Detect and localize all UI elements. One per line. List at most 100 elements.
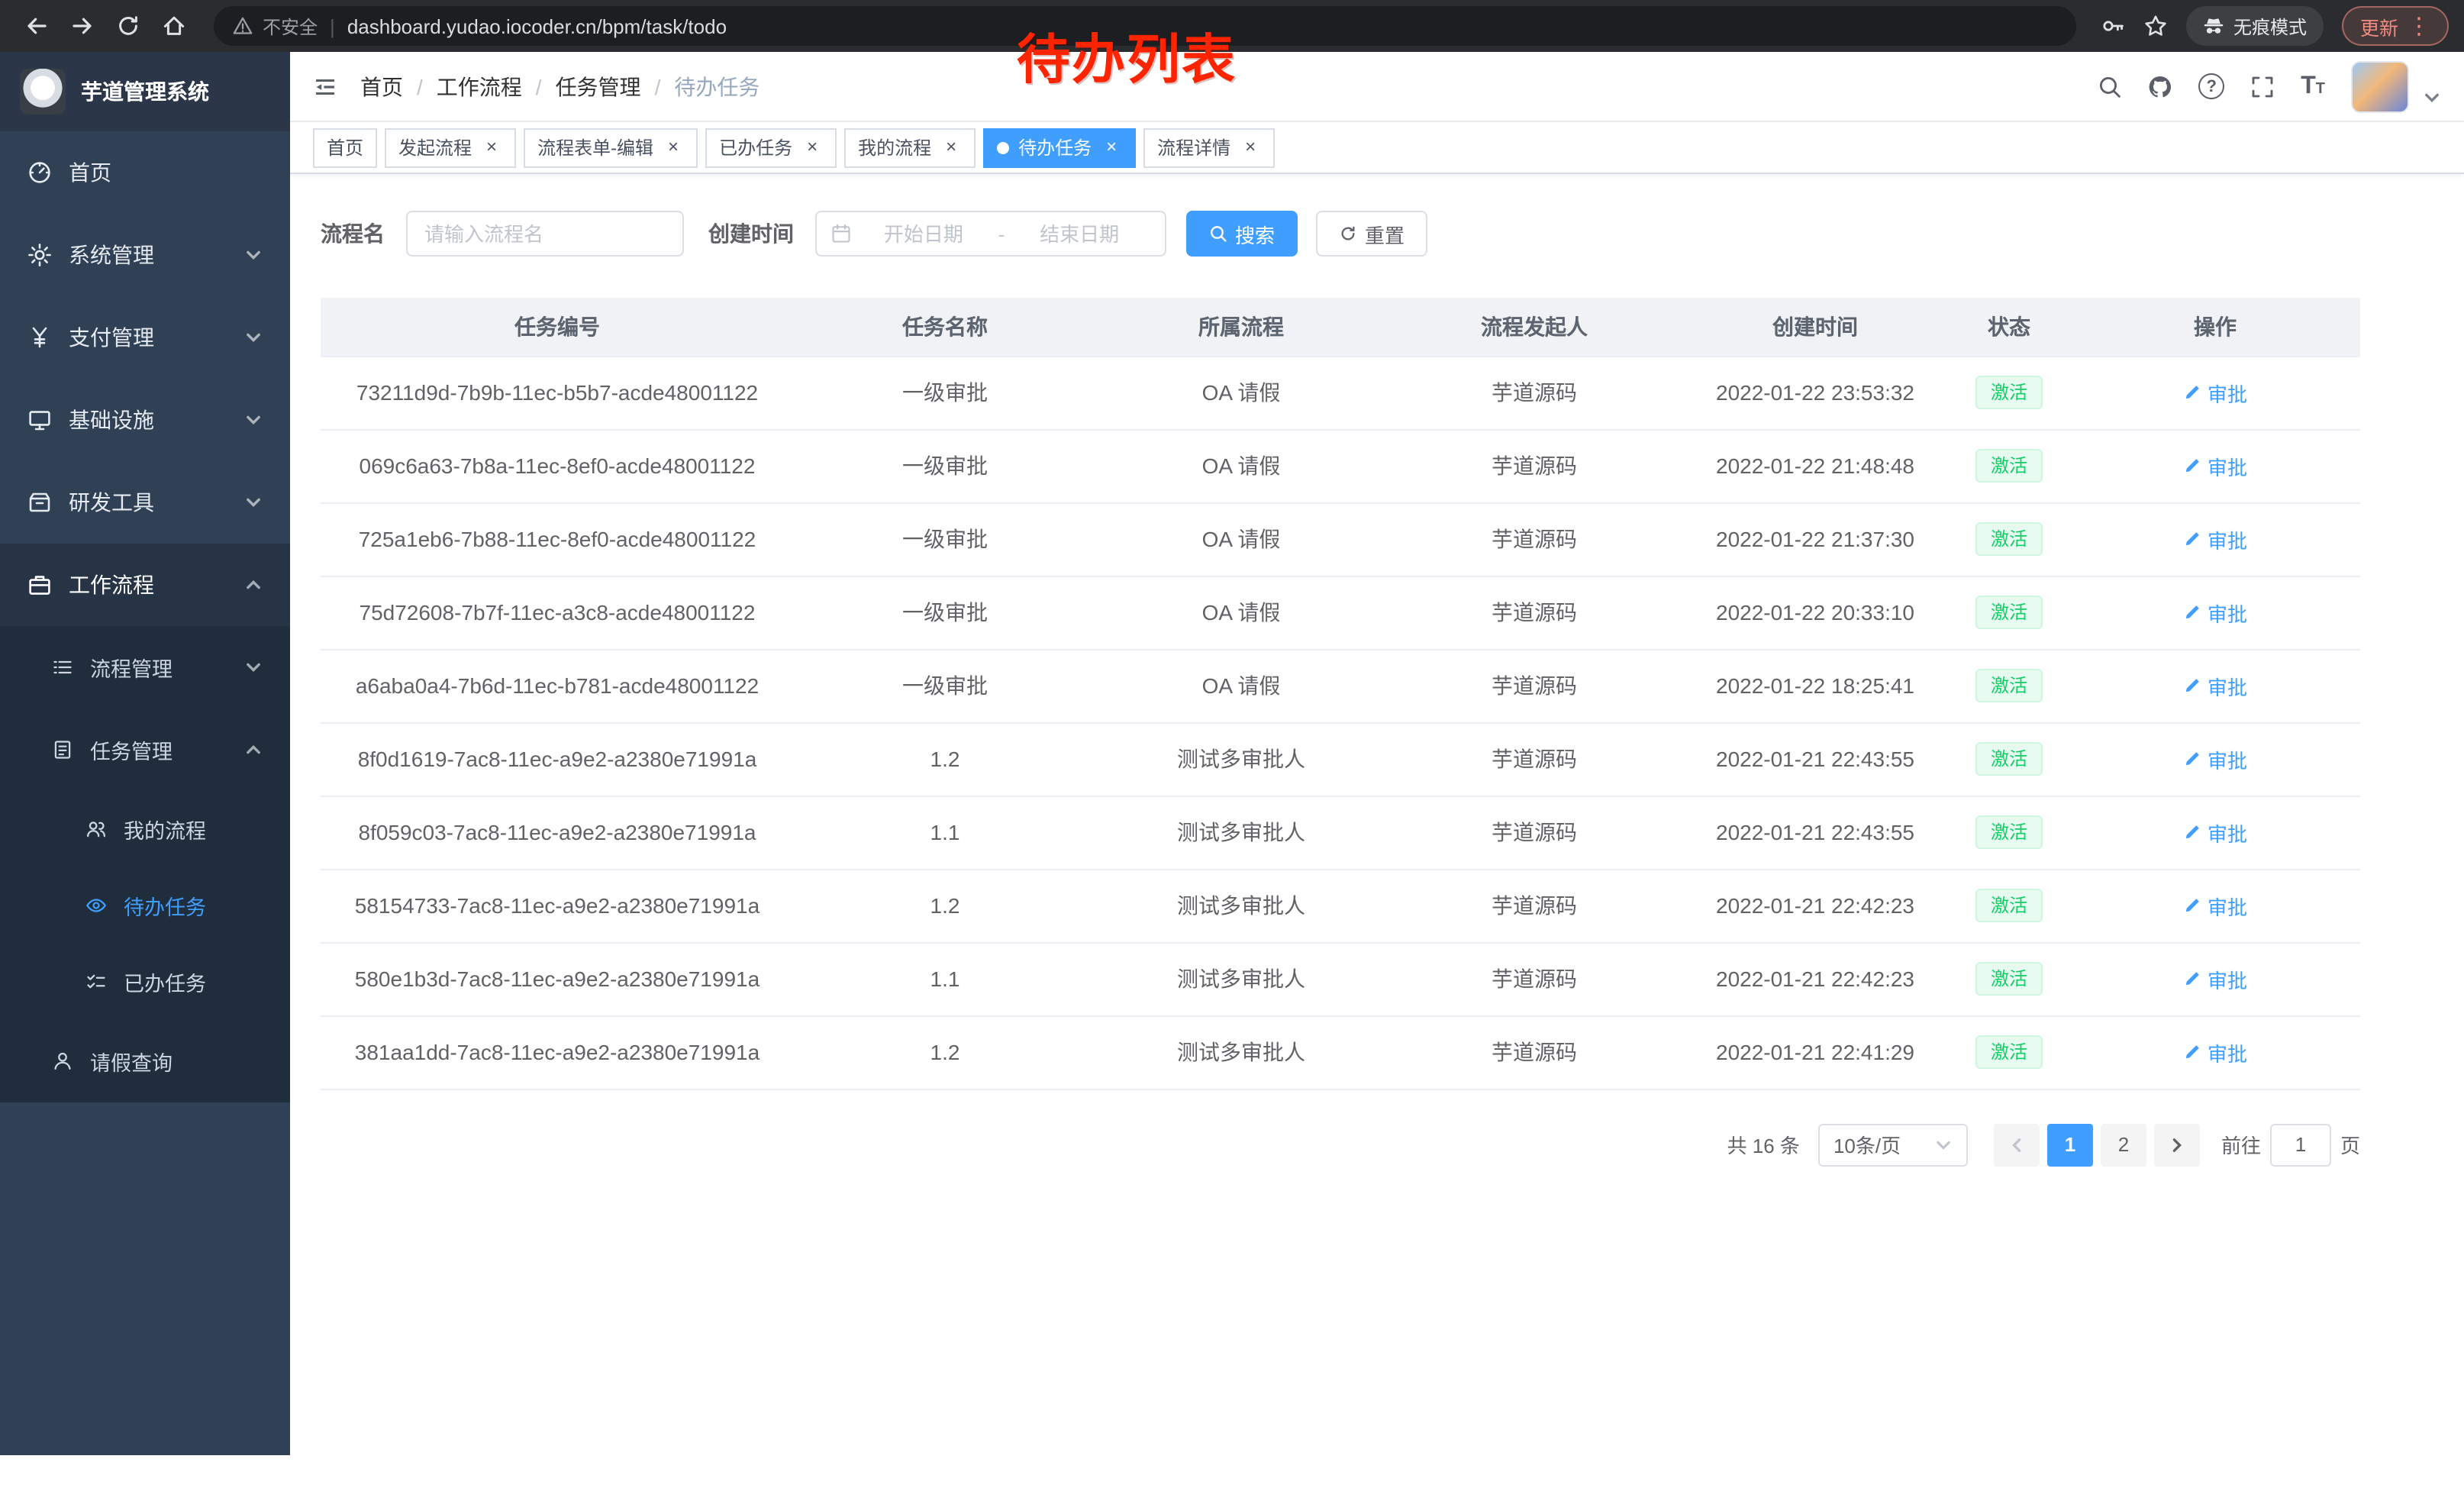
search-button[interactable]: 搜索 — [1186, 211, 1298, 257]
tab-done-tasks[interactable]: 已办任务 × — [705, 128, 837, 167]
approve-link[interactable]: 审批 — [2183, 818, 2247, 847]
sidebar-item-done-tasks[interactable]: 已办任务 — [0, 944, 290, 1020]
tab-start-process[interactable]: 发起流程× — [385, 128, 516, 167]
address-bar[interactable]: 不安全 | dashboard.yudao.iocoder.cn/bpm/tas… — [214, 6, 2076, 46]
avatar[interactable] — [2351, 60, 2409, 112]
page-size-select[interactable]: 10条/页 — [1818, 1123, 1968, 1166]
sidebar-item-workflow[interactable]: 工作流程 — [0, 544, 290, 626]
sidebar-item-my-process[interactable]: 我的流程 — [0, 791, 290, 867]
person-icon — [52, 1051, 73, 1072]
tab-close-icon[interactable]: × — [801, 137, 823, 158]
sidebar-item-devtools[interactable]: 研发工具 — [0, 461, 290, 544]
start-date-input[interactable] — [852, 222, 995, 245]
sidebar-item-process-mgmt[interactable]: 流程管理 — [0, 626, 290, 709]
status-badge: 激活 — [1975, 962, 2043, 996]
created-cell: 2022-01-21 22:43:55 — [1682, 722, 1948, 796]
menu-dots-icon[interactable]: ⋮ — [2408, 15, 2430, 37]
status-cell: 激活 — [1948, 869, 2070, 942]
create-time-label: 创建时间 — [708, 218, 794, 249]
tab-todo-tasks[interactable]: 待办任务× — [983, 128, 1136, 167]
tab-close-icon[interactable]: × — [1240, 137, 1261, 158]
sidebar-item-task-mgmt[interactable]: 任务管理 — [0, 709, 290, 791]
next-page-button[interactable] — [2154, 1123, 2200, 1166]
action-cell: 审批 — [2070, 356, 2360, 429]
tab-process-form-edit[interactable]: 流程表单-编辑× — [524, 128, 698, 167]
tab-process-detail[interactable]: 流程详情× — [1143, 128, 1275, 167]
approve-link[interactable]: 审批 — [2183, 525, 2247, 554]
approve-link[interactable]: 审批 — [2183, 964, 2247, 993]
tab-close-icon[interactable]: × — [940, 137, 962, 158]
status-badge: 激活 — [1975, 889, 2043, 922]
help-icon[interactable]: ? — [2198, 73, 2224, 99]
refresh-icon — [116, 14, 140, 38]
table-row: 8f0d1619-7ac8-11ec-a9e2-a2380e71991a 1.2… — [321, 722, 2360, 796]
url-text: dashboard.yudao.iocoder.cn/bpm/task/todo — [347, 15, 727, 37]
tab-home[interactable]: 首页 — [313, 128, 377, 167]
app-logo[interactable]: 芋道管理系统 — [0, 52, 290, 131]
pagination: 共 16 条 10条/页 1 2 前往 页 — [321, 1123, 2360, 1166]
checklist-icon — [85, 971, 107, 993]
approve-label: 审批 — [2208, 598, 2247, 627]
sidebar-item-leave-query[interactable]: 请假查询 — [0, 1020, 290, 1102]
back-button[interactable] — [15, 5, 58, 47]
approve-label: 审批 — [2208, 525, 2247, 554]
sidebar-item-home[interactable]: 首页 — [0, 131, 290, 214]
sidebar-item-infrastructure[interactable]: 基础设施 — [0, 379, 290, 461]
tab-close-icon[interactable]: × — [1101, 137, 1122, 158]
action-cell: 审批 — [2070, 869, 2360, 942]
chrome-toolbar-right: 无痕模式 更新 ⋮ — [2101, 6, 2449, 46]
approve-link[interactable]: 审批 — [2183, 598, 2247, 627]
approve-link[interactable]: 审批 — [2183, 744, 2247, 773]
sidebar-item-payment[interactable]: 支付管理 — [0, 296, 290, 379]
reset-button[interactable]: 重置 — [1316, 211, 1427, 257]
sidebar-item-todo-tasks[interactable]: 待办任务 — [0, 867, 290, 944]
sidebar-item-label: 研发工具 — [69, 487, 154, 518]
end-date-input[interactable] — [1008, 222, 1151, 245]
status-badge: 激活 — [1975, 596, 2043, 629]
home-button[interactable] — [153, 5, 195, 47]
forward-button[interactable] — [61, 5, 104, 47]
col-task-name: 任务名称 — [794, 298, 1096, 356]
home-icon — [162, 14, 186, 38]
header-search-button[interactable] — [2098, 74, 2122, 98]
update-button[interactable]: 更新 ⋮ — [2342, 6, 2449, 46]
table-body: 73211d9d-7b9b-11ec-b5b7-acde48001122 一级审… — [321, 356, 2360, 1089]
approve-label: 审批 — [2208, 671, 2247, 700]
task-id-cell: 73211d9d-7b9b-11ec-b5b7-acde48001122 — [321, 356, 794, 429]
approve-link[interactable]: 审批 — [2183, 891, 2247, 920]
approve-link[interactable]: 审批 — [2183, 1038, 2247, 1067]
incognito-label: 无痕模式 — [2233, 13, 2307, 39]
tab-label: 已办任务 — [719, 134, 792, 160]
fontsize-icon[interactable]: TT — [2301, 74, 2325, 98]
collapse-sidebar-button[interactable] — [313, 74, 337, 98]
fullscreen-button[interactable] — [2250, 74, 2275, 98]
process-cell: OA 请假 — [1096, 429, 1386, 502]
tab-my-process[interactable]: 我的流程× — [844, 128, 976, 167]
tab-close-icon[interactable]: × — [481, 137, 502, 158]
page-button-2[interactable]: 2 — [2101, 1123, 2146, 1166]
breadcrumb-workflow[interactable]: 工作流程 — [437, 71, 522, 102]
col-status: 状态 — [1948, 298, 2070, 356]
table-row: 73211d9d-7b9b-11ec-b5b7-acde48001122 一级审… — [321, 356, 2360, 429]
caret-down-icon[interactable] — [2423, 88, 2441, 112]
breadcrumb-home[interactable]: 首页 — [360, 71, 403, 102]
action-cell: 审批 — [2070, 1015, 2360, 1089]
approve-link[interactable]: 审批 — [2183, 671, 2247, 700]
status-badge: 激活 — [1975, 815, 2043, 849]
breadcrumb-task-mgmt[interactable]: 任务管理 — [556, 71, 641, 102]
page-button-1[interactable]: 1 — [2047, 1123, 2093, 1166]
sidebar-item-system[interactable]: 系统管理 — [0, 214, 290, 296]
bookmark-button[interactable] — [2143, 14, 2168, 38]
key-button[interactable] — [2101, 14, 2125, 38]
initiator-cell: 芋道源码 — [1386, 1015, 1682, 1089]
process-name-input[interactable] — [406, 211, 684, 257]
github-button[interactable] — [2148, 74, 2172, 98]
edit-icon — [2183, 383, 2201, 402]
refresh-button[interactable] — [107, 5, 150, 47]
tab-close-icon[interactable]: × — [663, 137, 684, 158]
approve-link[interactable]: 审批 — [2183, 378, 2247, 407]
date-range-picker[interactable]: - — [815, 211, 1166, 257]
prev-page-button[interactable] — [1994, 1123, 2040, 1166]
goto-input[interactable] — [2270, 1123, 2331, 1166]
approve-link[interactable]: 审批 — [2183, 451, 2247, 480]
